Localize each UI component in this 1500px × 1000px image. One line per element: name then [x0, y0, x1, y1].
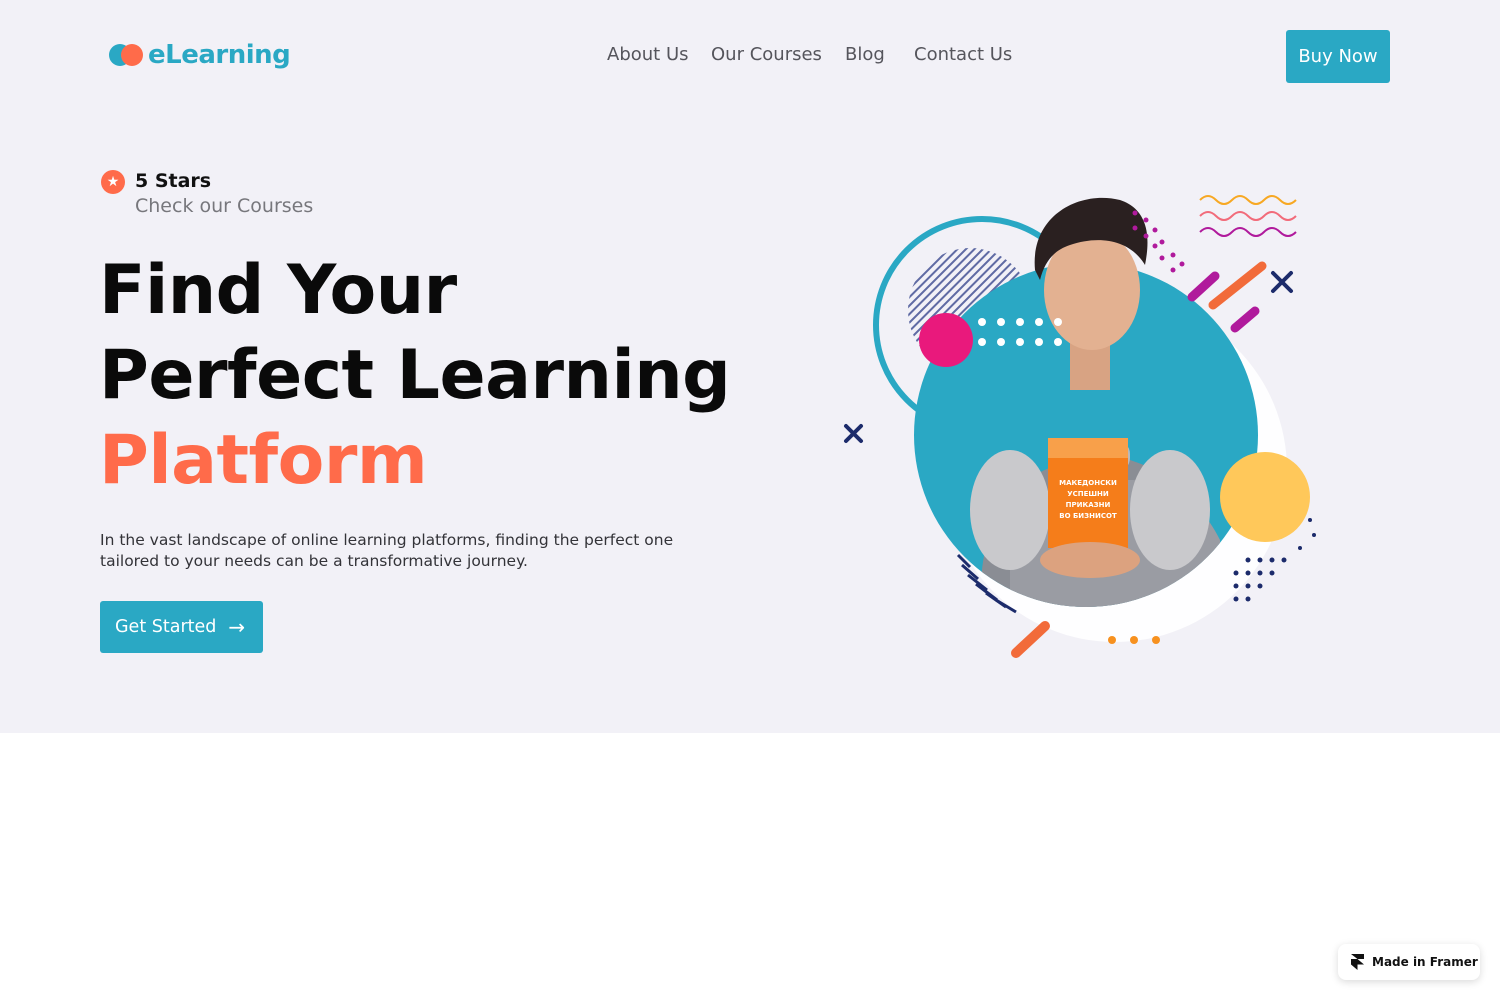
left-x-mark-icon	[844, 424, 863, 443]
orange-dash-shape	[1011, 621, 1050, 658]
arrow-right-icon: →	[228, 615, 246, 639]
yellow-circle-shape	[1220, 452, 1310, 542]
nav-item-contact[interactable]: Contact Us	[914, 44, 1012, 65]
hero-headline: Find Your Perfect Learning Platform	[99, 248, 731, 503]
get-started-button[interactable]: Get Started →	[100, 601, 263, 653]
wavy-lines-shape	[1199, 195, 1297, 237]
book: МАКЕДОНСКИ УСПЕШНИ ПРИКАЗНИ ВО БИЗНИСОТ	[1048, 438, 1128, 548]
rating-title: 5 Stars	[135, 170, 212, 192]
brand-name: eLearning	[148, 40, 291, 70]
nav-item-courses[interactable]: Our Courses	[711, 44, 822, 65]
get-started-label: Get Started	[115, 617, 217, 637]
hands-shape	[1040, 542, 1140, 578]
buy-now-button[interactable]: Buy Now	[1286, 30, 1390, 83]
made-in-framer-badge[interactable]: Made in Framer	[1338, 944, 1480, 980]
framer-icon	[1351, 954, 1364, 970]
svg-text:МАКЕДОНСКИ: МАКЕДОНСКИ	[1059, 479, 1117, 487]
rating-subtitle[interactable]: Check our Courses	[135, 195, 313, 217]
pink-circle-shape	[919, 313, 973, 367]
hero-section: eLearning About Us Our Courses Blog Cont…	[0, 0, 1500, 733]
hero-illustration: МАКЕДОНСКИ УСПЕШНИ ПРИКАЗНИ ВО БИЗНИСОТ	[844, 195, 1316, 658]
logo-mark-icon	[109, 41, 145, 69]
headline-line-2: Perfect Learning	[99, 336, 731, 415]
svg-text:УСПЕШНИ: УСПЕШНИ	[1067, 490, 1109, 498]
svg-text:ПРИКАЗНИ: ПРИКАЗНИ	[1066, 501, 1111, 509]
torso-left-shape	[970, 450, 1050, 570]
made-in-framer-label: Made in Framer	[1372, 955, 1478, 969]
logo[interactable]: eLearning	[109, 40, 291, 70]
navy-x-mark-icon	[1271, 271, 1293, 293]
svg-text:ВО БИЗНИСОТ: ВО БИЗНИСОТ	[1059, 512, 1117, 520]
headline-line-3: Platform	[99, 421, 428, 500]
headline-line-1: Find Your	[99, 251, 457, 330]
nav-item-about[interactable]: About Us	[607, 44, 689, 65]
nav-item-blog[interactable]: Blog	[845, 44, 885, 65]
hero-description: In the vast landscape of online learning…	[100, 531, 674, 570]
star-icon: ★	[101, 170, 125, 194]
torso-right-shape	[1130, 450, 1210, 570]
